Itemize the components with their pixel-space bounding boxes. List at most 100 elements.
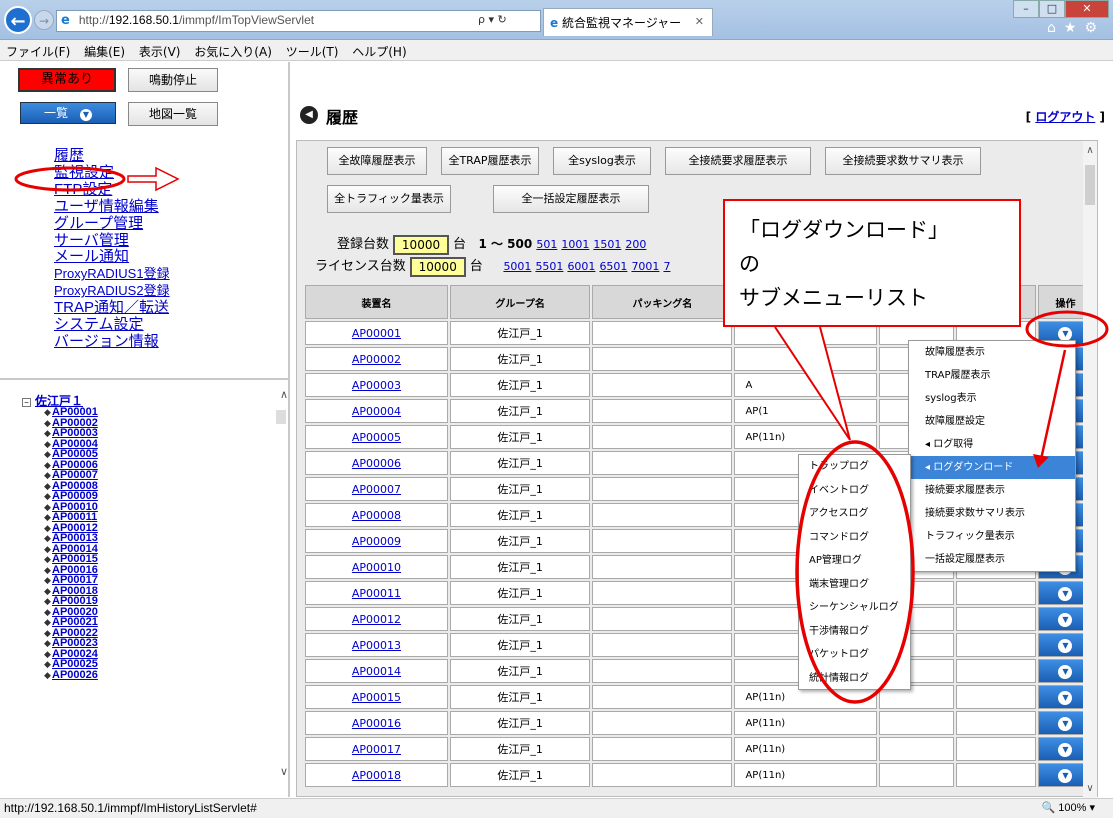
mute-button[interactable]: 鳴動停止 [128,68,218,92]
device-link[interactable]: AP00015 [352,691,401,704]
device-link[interactable]: AP00006 [352,457,401,470]
page-link[interactable]: 7 [663,260,670,273]
toolbar-icons[interactable]: ⌂★⚙ [1047,20,1105,36]
menu-help[interactable]: ヘルプ(H) [352,45,406,59]
operation-dropdown-icon[interactable]: ▼ [1058,742,1073,757]
all-syslog-button[interactable]: 全syslog表示 [553,147,651,175]
tree-item-link[interactable]: AP00026 [52,669,98,681]
back-button[interactable]: ← [4,6,32,34]
log-type-item[interactable]: アクセスログ [799,502,910,526]
nav-link[interactable]: ProxyRADIUS1登録 [54,266,170,283]
map-list-button[interactable]: 地図一覧 [128,102,218,126]
scroll-up-icon[interactable]: ∧ [280,388,288,401]
operation-dropdown-icon[interactable]: ▼ [1058,664,1073,679]
device-link[interactable]: AP00012 [352,613,401,626]
page-link[interactable]: 200 [625,238,646,251]
nav-link[interactable]: TRAP通知／転送 [54,299,170,317]
tab-close-icon[interactable]: ✕ [695,15,704,28]
page-link[interactable]: 1501 [593,238,621,251]
nav-link[interactable]: バージョン情報 [54,333,170,351]
submenu-item[interactable]: TRAP履歴表示 [909,364,1075,387]
log-type-item[interactable]: 端末管理ログ [799,573,910,597]
device-link[interactable]: AP00016 [352,717,401,730]
all-trap-history-button[interactable]: 全TRAP履歴表示 [441,147,539,175]
menu-view[interactable]: 表示(V) [139,45,181,59]
scroll-down-icon[interactable]: ∨ [280,765,288,778]
menu-edit[interactable]: 編集(E) [84,45,125,59]
device-link[interactable]: AP00007 [352,483,401,496]
all-connection-summary-button[interactable]: 全接続要求数サマリ表示 [825,147,981,175]
nav-link[interactable]: 履歴 [54,147,170,165]
minimize-button[interactable]: – [1013,0,1039,18]
scroll-down-icon[interactable]: ∨ [1083,783,1097,794]
submenu-item[interactable]: トラフィック量表示 [909,525,1075,548]
device-link[interactable]: AP00014 [352,665,401,678]
nav-link[interactable]: グループ管理 [54,215,170,233]
menu-tools[interactable]: ツール(T) [286,45,339,59]
log-type-item[interactable]: パケットログ [799,643,910,667]
operation-dropdown-icon[interactable]: ▼ [1058,716,1073,731]
device-link[interactable]: AP00001 [352,327,401,340]
all-traffic-button[interactable]: 全トラフィック量表示 [327,185,451,213]
log-type-item[interactable]: コマンドログ [799,526,910,550]
operation-dropdown-icon[interactable]: ▼ [1058,612,1073,627]
page-link[interactable]: 7001 [631,260,659,273]
browser-tab[interactable]: e 統合監視マネージャー ✕ [543,8,713,36]
log-type-item[interactable]: トラップログ [799,455,910,479]
device-link[interactable]: AP00018 [352,769,401,782]
page-link[interactable]: 6501 [599,260,627,273]
menu-favorites[interactable]: お気に入り(A) [194,45,272,59]
nav-link[interactable]: メール通知 [54,249,170,266]
submenu-item[interactable]: 一括設定履歴表示 [909,548,1075,571]
device-link[interactable]: AP00011 [352,587,401,600]
log-type-item[interactable]: AP管理ログ [799,549,910,573]
operation-dropdown-icon[interactable]: ▼ [1058,586,1073,601]
device-link[interactable]: AP00003 [352,379,401,392]
back-arrow-icon[interactable]: ◀ [300,106,318,124]
nav-link[interactable]: ProxyRADIUS2登録 [54,283,170,300]
device-link[interactable]: AP00010 [352,561,401,574]
close-window-button[interactable]: ✕ [1065,0,1109,18]
maximize-button[interactable]: □ [1039,0,1065,18]
submenu-item[interactable]: 故障履歴設定 [909,410,1075,433]
operation-dropdown-icon[interactable]: ▼ [1058,326,1073,341]
nav-link[interactable]: FTP設定 [54,181,170,199]
nav-link[interactable]: ユーザ情報編集 [54,198,170,216]
device-link[interactable]: AP00017 [352,743,401,756]
submenu-item[interactable]: syslog表示 [909,387,1075,410]
all-bulk-settings-button[interactable]: 全一括設定履歴表示 [493,185,649,213]
operation-dropdown-icon[interactable]: ▼ [1058,638,1073,653]
log-type-item[interactable]: イベントログ [799,479,910,503]
device-link[interactable]: AP00009 [352,535,401,548]
alarm-button[interactable]: 異常あり [18,68,116,92]
submenu-item[interactable]: ◂ ログダウンロード [909,456,1075,479]
device-link[interactable]: AP00005 [352,431,401,444]
submenu-item[interactable]: 故障履歴表示 [909,341,1075,364]
page-link[interactable]: 5001 [503,260,531,273]
device-link[interactable]: AP00013 [352,639,401,652]
device-link[interactable]: AP00008 [352,509,401,522]
scrollbar-thumb[interactable] [276,410,286,424]
page-link[interactable]: 6001 [567,260,595,273]
operation-dropdown-icon[interactable]: ▼ [1058,690,1073,705]
address-bar[interactable]: e http://192.168.50.1/immpf/ImTopViewSer… [56,10,541,32]
log-type-item[interactable]: シーケンシャルログ [799,596,910,620]
collapse-icon[interactable]: − [22,398,31,407]
scroll-up-icon[interactable]: ∧ [1083,145,1097,156]
content-scrollbar[interactable]: ∧ ∨ [1083,141,1097,798]
all-fault-history-button[interactable]: 全故障履歴表示 [327,147,427,175]
log-type-item[interactable]: 統計情報ログ [799,667,910,691]
nav-link[interactable]: システム設定 [54,316,170,334]
page-link[interactable]: 5501 [535,260,563,273]
device-link[interactable]: AP00002 [352,353,401,366]
address-controls[interactable]: ρ ▾ ↻ [478,13,507,26]
nav-link[interactable]: サーバ管理 [54,232,170,250]
menu-file[interactable]: ファイル(F) [6,45,70,59]
log-type-item[interactable]: 干渉情報ログ [799,620,910,644]
operation-dropdown-icon[interactable]: ▼ [1058,768,1073,783]
submenu-item[interactable]: 接続要求履歴表示 [909,479,1075,502]
page-link[interactable]: 1001 [561,238,589,251]
logout-link[interactable]: ログアウト [1035,110,1095,124]
tree-item[interactable]: ◆AP00026 [44,669,98,681]
nav-link[interactable]: 監視設定 [54,164,170,182]
